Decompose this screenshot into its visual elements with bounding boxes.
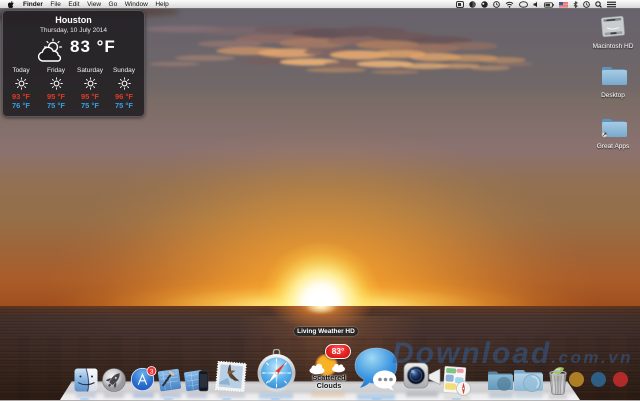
svg-text:3: 3 <box>150 369 154 376</box>
